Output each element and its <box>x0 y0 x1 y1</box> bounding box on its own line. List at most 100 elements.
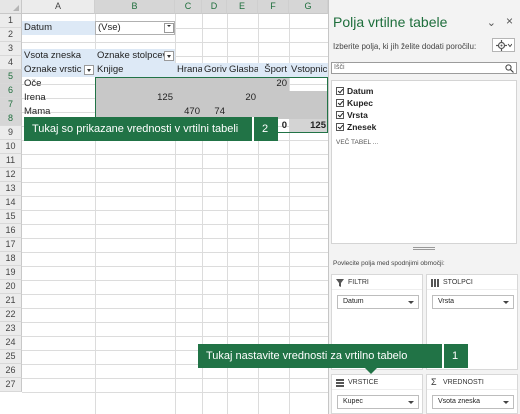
cell-d4[interactable]: Gorivo <box>202 63 227 77</box>
row-header-10[interactable]: 10 <box>0 140 22 154</box>
columns-area-label: STOLPCI <box>443 279 473 286</box>
checkbox-checked-icon[interactable] <box>336 111 344 119</box>
gridline <box>22 154 328 155</box>
cell-e6[interactable]: 20 <box>227 91 258 105</box>
cell-c4[interactable]: Hrana <box>175 63 202 77</box>
gridline <box>22 308 328 309</box>
row-header-1[interactable]: 1 <box>0 14 22 28</box>
more-tables-link[interactable]: VEČ TABEL ... <box>336 139 378 146</box>
values-field-chip[interactable]: Vsota zneska <box>432 395 514 409</box>
row-header-4[interactable]: 4 <box>0 56 22 70</box>
field-label: Datum <box>347 86 374 96</box>
cell-a6[interactable]: Irena <box>22 91 95 105</box>
row-header-17[interactable]: 17 <box>0 238 22 252</box>
values-chip-label: Vsota zneska <box>438 398 481 405</box>
row-header-7[interactable]: 7 <box>0 98 22 112</box>
rows-field-chip[interactable]: Kupec <box>337 395 419 409</box>
row-header-25[interactable]: 25 <box>0 350 22 364</box>
pane-options-chevron-icon[interactable]: ⌄ <box>487 16 496 29</box>
sigma-icon: Σ <box>431 377 437 387</box>
cell-e4[interactable]: Glasba <box>227 63 258 77</box>
column-labels-dropdown-button[interactable] <box>164 51 174 61</box>
row-header-18[interactable]: 18 <box>0 252 22 266</box>
row-header-15[interactable]: 15 <box>0 210 22 224</box>
search-icon <box>505 64 514 73</box>
column-header-g[interactable]: G <box>289 0 328 14</box>
row-header-12[interactable]: 12 <box>0 168 22 182</box>
field-search-input[interactable]: Išči <box>331 62 517 74</box>
columns-icon <box>431 279 439 287</box>
gridline <box>22 196 328 197</box>
columns-field-chip[interactable]: Vrsta <box>432 295 514 309</box>
column-header-f[interactable]: F <box>258 0 289 14</box>
row-header-8[interactable]: 8 <box>0 112 22 126</box>
row-header-19[interactable]: 19 <box>0 266 22 280</box>
cell-b1[interactable]: (Vse) <box>95 21 175 35</box>
cell-b6[interactable]: 125 <box>95 91 175 105</box>
row-header-24[interactable]: 24 <box>0 336 22 350</box>
row-header-9[interactable]: 9 <box>0 126 22 140</box>
cell-g8[interactable]: 125 <box>289 119 328 133</box>
filters-field-chip[interactable]: Datum <box>337 295 419 309</box>
field-label: Kupec <box>347 98 373 108</box>
cell-b3[interactable]: Oznake stolpcev <box>95 49 175 63</box>
gridline <box>22 294 328 295</box>
row-header-21[interactable]: 21 <box>0 294 22 308</box>
row-header-14[interactable]: 14 <box>0 196 22 210</box>
row-header-20[interactable]: 20 <box>0 280 22 294</box>
row-labels-dropdown-button[interactable] <box>84 65 94 75</box>
row-header-27[interactable]: 27 <box>0 378 22 392</box>
row-header-22[interactable]: 22 <box>0 308 22 322</box>
pane-subtitle: Izberite polja, ki jih želite dodati por… <box>333 42 477 51</box>
checkbox-checked-icon[interactable] <box>336 123 344 131</box>
chevron-down-icon <box>408 401 414 404</box>
row-header-5[interactable]: 5 <box>0 70 22 84</box>
cell-a5[interactable]: Oče <box>22 77 95 91</box>
column-header-c[interactable]: C <box>175 0 202 14</box>
checkbox-checked-icon[interactable] <box>336 87 344 95</box>
callout-step-badge: 1 <box>442 344 466 368</box>
field-item-znesek[interactable]: Znesek <box>336 122 376 133</box>
gridline <box>22 210 328 211</box>
cell-b4[interactable]: Knjige <box>95 63 175 77</box>
cell-f4[interactable]: Šport <box>258 63 289 77</box>
filter-dropdown-button[interactable] <box>164 23 174 33</box>
pane-splitter-handle[interactable] <box>413 247 435 250</box>
row-header-11[interactable]: 11 <box>0 154 22 168</box>
cell-a3[interactable]: Vsota zneska <box>22 49 95 63</box>
field-item-kupec[interactable]: Kupec <box>336 98 373 109</box>
chevron-down-icon <box>503 401 509 404</box>
row-header-2[interactable]: 2 <box>0 28 22 42</box>
cell-a1[interactable]: Datum <box>22 21 95 35</box>
row-header-3[interactable]: 3 <box>0 42 22 56</box>
field-label: Znesek <box>347 122 377 132</box>
rows-area-label: VRSTICE <box>348 379 379 386</box>
gridline <box>22 182 328 183</box>
values-area[interactable]: Σ VREDNOSTI Vsota zneska <box>426 374 518 414</box>
row-header-16[interactable]: 16 <box>0 224 22 238</box>
cell-g4[interactable]: Vstopnic <box>289 63 328 77</box>
field-search-placeholder: Išči <box>334 64 345 71</box>
row-header-23[interactable]: 23 <box>0 322 22 336</box>
gridline <box>22 336 328 337</box>
column-header-a[interactable]: A <box>22 0 95 14</box>
columns-chip-label: Vrsta <box>438 298 455 305</box>
row-header-13[interactable]: 13 <box>0 182 22 196</box>
rows-area[interactable]: VRSTICE Kupec <box>331 374 423 414</box>
column-header-e[interactable]: E <box>227 0 258 14</box>
select-all-corner[interactable] <box>0 0 22 14</box>
callout-pivot-settings: Tukaj nastavite vrednosti za vrtilno tab… <box>198 344 468 374</box>
field-item-datum[interactable]: Datum <box>336 86 373 97</box>
row-header-6[interactable]: 6 <box>0 84 22 98</box>
layout-settings-button[interactable] <box>492 38 515 52</box>
column-header-b[interactable]: B <box>95 0 175 14</box>
rows-chip-label: Kupec <box>343 398 363 405</box>
gridline <box>22 42 328 43</box>
cell-f5[interactable]: 20 <box>258 77 289 91</box>
column-header-d[interactable]: D <box>202 0 227 14</box>
checkbox-checked-icon[interactable] <box>336 99 344 107</box>
field-item-vrsta[interactable]: Vrsta <box>336 110 368 121</box>
field-label: Vrsta <box>347 110 368 120</box>
close-icon[interactable]: × <box>506 14 513 28</box>
row-header-26[interactable]: 26 <box>0 364 22 378</box>
